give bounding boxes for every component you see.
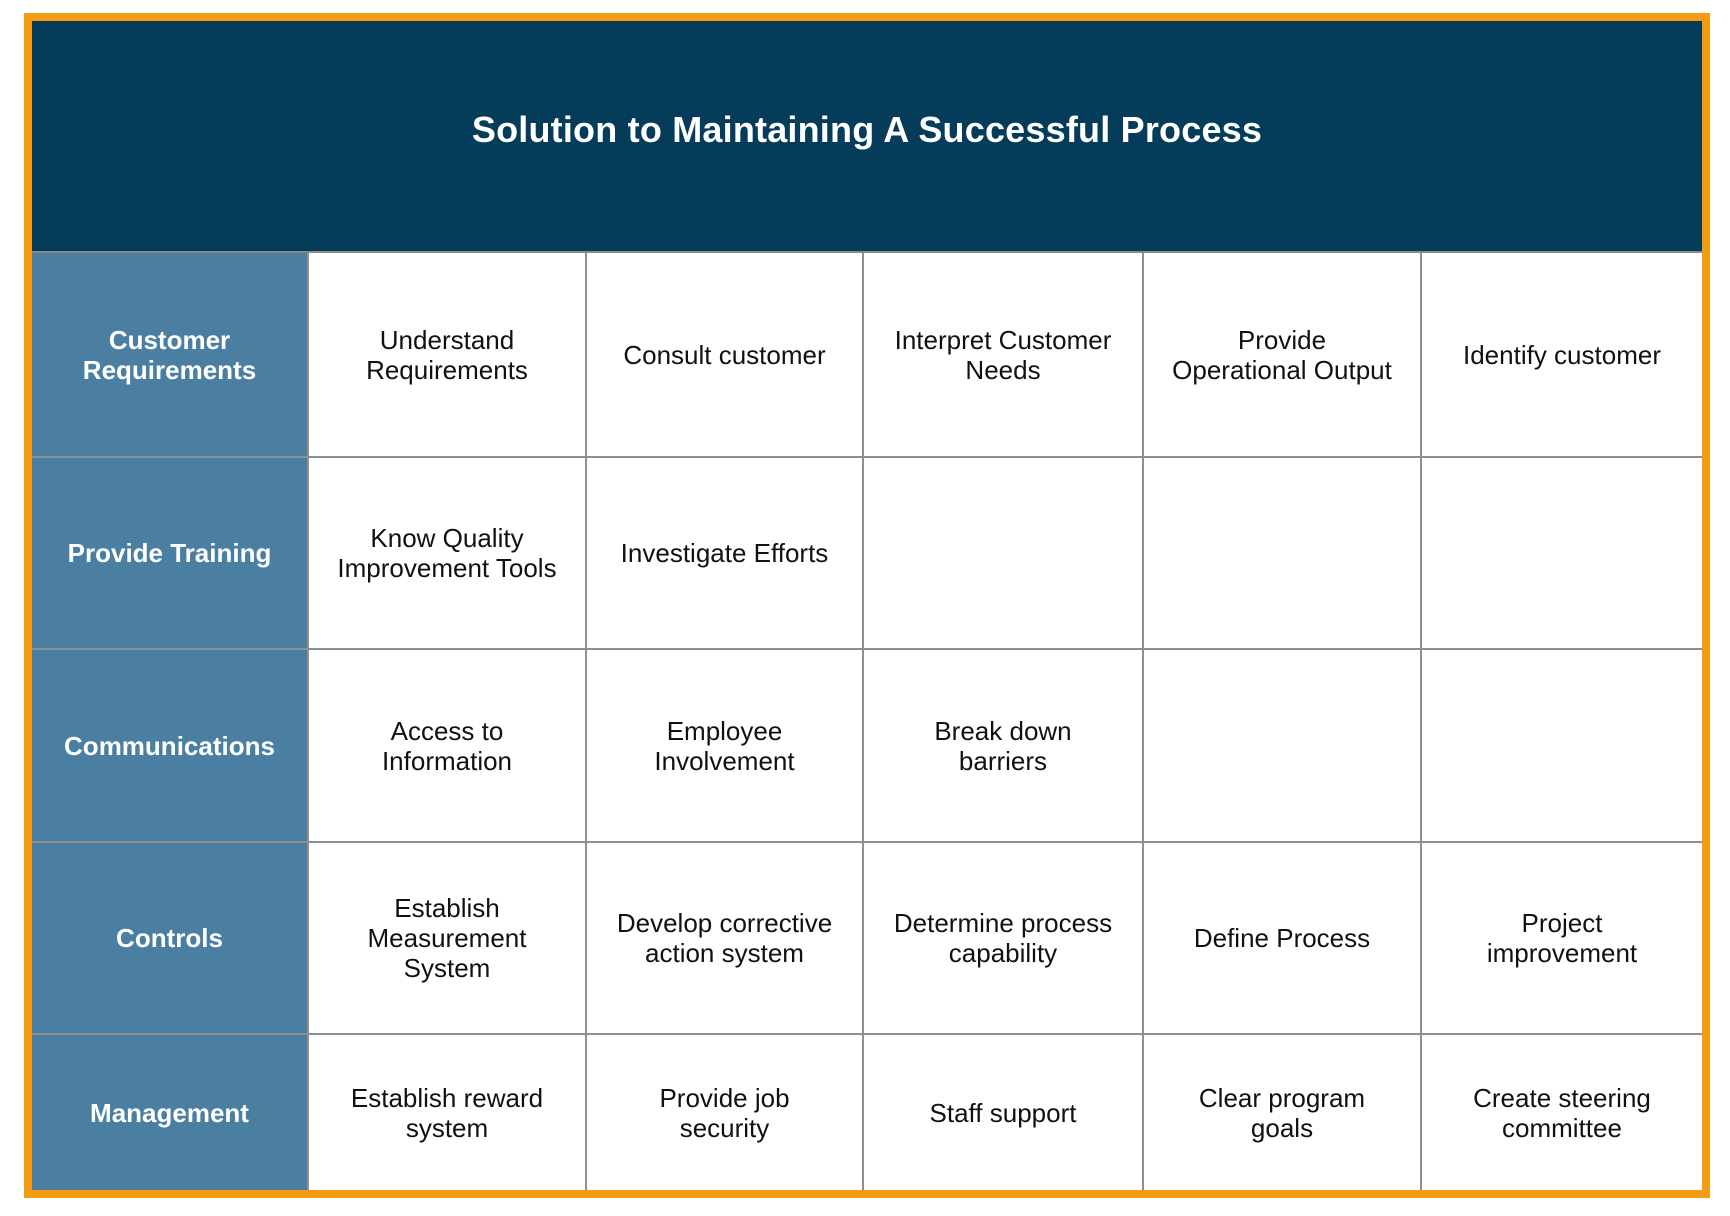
table-cell: Access to Information [309, 650, 587, 843]
table-cell: Understand Requirements [309, 253, 587, 458]
table-cell: Provide Operational Output [1144, 253, 1422, 458]
table-cell: Employee Involvement [587, 650, 864, 843]
row-header-management: Management [32, 1035, 309, 1190]
row-header-controls: Controls [32, 843, 309, 1035]
table-title: Solution to Maintaining A Successful Pro… [471, 109, 1263, 150]
table-cell: Define Process [1144, 843, 1422, 1035]
table-cell: Identify customer [1422, 253, 1702, 458]
table-cell-empty [1144, 650, 1422, 843]
table-cell: Establish Measurement System [309, 843, 587, 1035]
table-header: Solution to Maintaining A Successful Pro… [32, 21, 1702, 253]
table-cell-empty [1422, 458, 1702, 650]
table-cell: Create steering committee [1422, 1035, 1702, 1190]
table-cell: Determine process capability [864, 843, 1144, 1035]
table-cell: Break down barriers [864, 650, 1144, 843]
row-header-communications: Communications [32, 650, 309, 843]
process-table-frame: Solution to Maintaining A Successful Pro… [24, 13, 1710, 1198]
table-cell: Establish reward system [309, 1035, 587, 1190]
row-header-provide-training: Provide Training [32, 458, 309, 650]
table-cell-empty [1144, 458, 1422, 650]
table-cell: Consult customer [587, 253, 864, 458]
table-cell: Investigate Efforts [587, 458, 864, 650]
table-cell: Clear program goals [1144, 1035, 1422, 1190]
row-header-customer-requirements: Customer Requirements [32, 253, 309, 458]
table-cell: Develop corrective action system [587, 843, 864, 1035]
table-cell: Staff support [864, 1035, 1144, 1190]
table-cell: Project improvement [1422, 843, 1702, 1035]
process-grid: Customer Requirements Understand Require… [32, 253, 1702, 1190]
table-cell: Know Quality Improvement Tools [309, 458, 587, 650]
table-cell: Provide job security [587, 1035, 864, 1190]
table-cell: Interpret Customer Needs [864, 253, 1144, 458]
table-cell-empty [864, 458, 1144, 650]
table-cell-empty [1422, 650, 1702, 843]
